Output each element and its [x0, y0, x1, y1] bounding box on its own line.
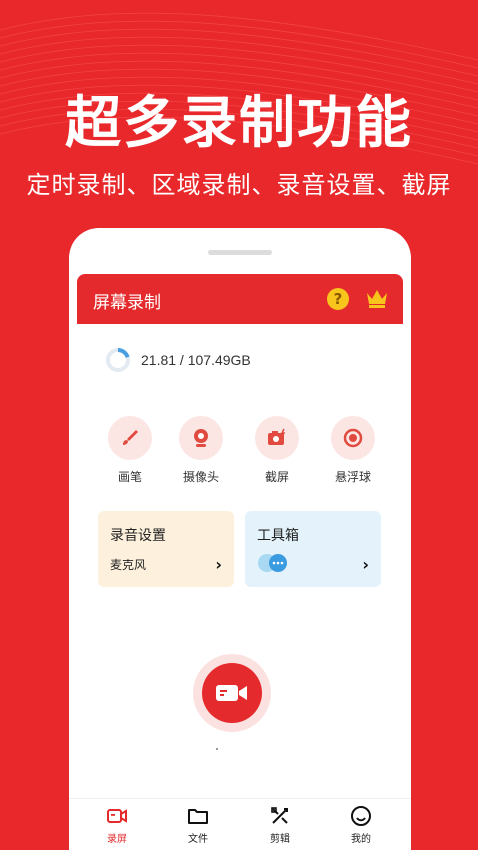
tab-label: 我的 — [351, 834, 371, 845]
quick-action-label: 截屏 — [264, 470, 289, 484]
tab-record-screen[interactable]: 录屏 — [87, 805, 147, 845]
tiny-dot — [216, 748, 218, 750]
storage-ring-icon — [106, 348, 130, 372]
record-screen-icon — [107, 809, 127, 823]
toolbox-card[interactable]: 工具箱 › — [245, 511, 381, 587]
brush-icon — [108, 416, 152, 460]
quick-action-label: 画笔 — [117, 470, 142, 484]
toolbox-title: 工具箱 — [257, 528, 299, 544]
phone-mockup: 屏幕录制 ? 21.81 / 107.49GB 画笔 摄像头 截屏 悬浮球 录音… — [69, 228, 411, 850]
app-header: 屏幕录制 ? — [77, 274, 403, 324]
tab-edit[interactable]: 剪辑 — [250, 805, 310, 845]
video-camera-icon — [216, 685, 247, 701]
tab-label: 剪辑 — [270, 834, 290, 845]
phone-speaker — [208, 250, 272, 255]
quick-action-label: 摄像头 — [182, 470, 219, 484]
quick-action-floating-ball[interactable]: 悬浮球 — [323, 416, 383, 485]
quick-action-brush[interactable]: 画笔 — [100, 416, 160, 485]
quick-action-webcam[interactable]: 摄像头 — [171, 416, 231, 485]
toolbox-bubbles-icon — [258, 554, 287, 572]
webcam-icon — [179, 416, 223, 460]
screenshot-camera-icon — [255, 416, 299, 460]
promo-subline: 定时录制、区域录制、录音设置、截屏 — [26, 171, 452, 199]
chevron-right-icon: › — [362, 555, 369, 574]
question-icon[interactable]: ? — [327, 288, 349, 310]
quick-action-screenshot[interactable]: 截屏 — [247, 416, 307, 485]
promo-headline: 超多录制功能 — [65, 91, 413, 156]
storage-indicator: 21.81 / 107.49GB — [105, 346, 251, 374]
bottom-tab-bar: 录屏 文件 剪辑 我的 — [69, 798, 411, 850]
tab-label: 文件 — [188, 834, 208, 845]
tab-profile[interactable]: 我的 — [331, 805, 391, 845]
smiley-profile-icon — [351, 806, 371, 826]
recording-settings-card[interactable]: 录音设置 麦克风 › — [98, 511, 234, 587]
tab-files[interactable]: 文件 — [168, 805, 228, 845]
tab-label: 录屏 — [107, 834, 127, 845]
storage-text: 21.81 / 107.49GB — [141, 352, 251, 368]
recording-source-value: 麦克风 — [110, 558, 147, 572]
quick-action-label: 悬浮球 — [334, 470, 371, 484]
floating-ball-icon — [331, 416, 375, 460]
chevron-right-icon: › — [215, 555, 222, 574]
recording-settings-title: 录音设置 — [110, 528, 166, 544]
edit-tools-icon — [271, 807, 288, 824]
record-button-core — [202, 663, 262, 723]
folder-icon — [188, 809, 208, 824]
start-record-button[interactable] — [193, 654, 271, 732]
crown-icon[interactable] — [365, 287, 389, 309]
app-title: 屏幕录制 — [93, 293, 161, 313]
